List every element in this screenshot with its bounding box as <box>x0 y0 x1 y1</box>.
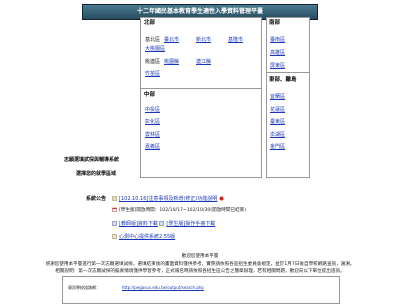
link-zhongtou[interactable]: 中投區 <box>145 106 160 113</box>
new-badge-icon <box>219 196 224 201</box>
east-title: 東部、離島 <box>269 77 297 83</box>
link-taitung[interactable]: 臺東區 <box>270 118 285 125</box>
central-title: 中部 <box>144 92 156 98</box>
teacher-row: [教師版]資料下載 [學生版]操作手冊下載 <box>112 220 215 227</box>
footer-box-link[interactable]: http://pegasus.edu.tw/output/search.php <box>122 285 204 290</box>
manual-row: 心測中心提供系統2.55版 <box>112 233 175 240</box>
link-zhumiao[interactable]: 竹苗區 <box>145 70 160 77</box>
row-label-taolian: 桃連區 <box>145 59 161 65</box>
calendar-icon <box>112 207 117 212</box>
choose-region-label: 選擇您的就學區域 <box>76 171 117 177</box>
student-prefix: [學生版] <box>119 208 137 213</box>
student-open-time: 開放時間：102/10/17~102/10/30(開放時間已結束) <box>136 208 247 213</box>
teacher-download-link[interactable]: [教師版]資料下載 <box>119 221 158 227</box>
link-chiayi[interactable]: 嘉義區 <box>145 143 160 150</box>
student-manual-link[interactable]: [學生版]操作手冊下載 <box>166 221 215 227</box>
east-region-panel <box>266 72 310 178</box>
download-icon <box>112 221 117 226</box>
document-icon <box>112 196 117 201</box>
north-region-panel <box>140 17 262 91</box>
footer-welcome: 歡迎您使用本平臺 <box>181 254 219 259</box>
link-changhua[interactable]: 彰化區 <box>145 118 160 125</box>
link-taipei[interactable]: 臺北市 <box>164 36 179 43</box>
link-keelung[interactable]: 基隆市 <box>228 36 243 43</box>
link-kaohsiung[interactable]: 高雄區 <box>270 49 285 56</box>
announce-link[interactable]: [102.10.16]注意事項及新增(修正)功能說明 <box>119 196 217 202</box>
link-hualien[interactable]: 花蓮區 <box>270 106 285 113</box>
footer-help: 相關說明：第一次志願試探的擬真情境僅供學習參考，正式報名時請依照各招生區公告之簡… <box>55 269 345 274</box>
download-icon <box>159 221 165 226</box>
row-label-keelung: 基北區 <box>145 37 161 43</box>
link-lienchiang[interactable]: 連江縣 <box>196 58 211 65</box>
student-row: [學生版]開放時間：102/10/17~102/10/30(開放時間已結束) <box>112 207 246 213</box>
north-title: 北部 <box>144 20 156 26</box>
link-taoyuan-county[interactable]: 桃園縣 <box>164 58 179 65</box>
link-penghu[interactable]: 澎湖區 <box>270 131 285 138</box>
link-yilan[interactable]: 宜蘭區 <box>270 93 285 100</box>
system-version-link[interactable]: 心測中心提供系統2.55版 <box>119 234 175 240</box>
announce-row: [102.10.16]注意事項及新增(修正)功能說明 <box>112 195 226 202</box>
footer-box-label: 資訊學校諮詢網： <box>68 285 100 290</box>
link-yunlin[interactable]: 雲林區 <box>145 131 160 138</box>
south-title: 南部 <box>269 20 281 26</box>
link-tainan[interactable]: 臺南區 <box>270 36 285 43</box>
link-taoyuan-area[interactable]: 大桃園區 <box>145 45 165 52</box>
exam-system-label: 志願選填試探與輔導系統 <box>64 157 120 163</box>
link-kinmen[interactable]: 金門區 <box>270 143 285 150</box>
link-pingtung[interactable]: 屏東區 <box>270 62 285 69</box>
announce-label: 系統公告 <box>86 196 107 202</box>
footer-notice: 感謝您使用本平臺進行第一次志願選填試探，選填結束後的畫面資料僅供參考，實際請依照… <box>45 262 355 267</box>
book-icon <box>112 234 117 239</box>
link-newtaipei[interactable]: 新北市 <box>196 36 211 43</box>
